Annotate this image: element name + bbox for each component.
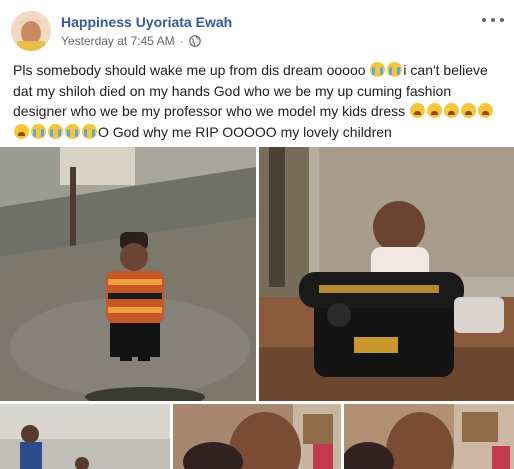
author-name[interactable]: Happiness Uyoriata Ewah <box>61 14 232 30</box>
crying-emoji-icon <box>31 123 46 139</box>
crying-emoji-icon <box>65 123 80 139</box>
more-options-icon[interactable] <box>482 12 504 28</box>
post-meta: Yesterday at 7:45 AM · <box>61 34 201 48</box>
crying-emoji-icon <box>370 62 386 77</box>
post-text-segment-3: O God why me RIP OOOOO my lovely childre… <box>98 123 392 140</box>
post-photo-4[interactable] <box>173 404 341 469</box>
crying-emoji-icon <box>387 62 403 77</box>
post-header: Happiness Uyoriata Ewah Yesterday at 7:4… <box>0 0 514 58</box>
crying-emoji-icon <box>82 123 97 139</box>
post-photo-1[interactable] <box>0 147 256 401</box>
meta-separator: · <box>179 34 184 48</box>
weary-emoji-icon <box>444 103 460 118</box>
weary-emoji-icon <box>461 103 477 118</box>
post-timestamp[interactable]: Yesterday at 7:45 AM <box>61 34 175 48</box>
crying-emoji-icon <box>48 123 63 139</box>
post-photo-3[interactable] <box>0 404 170 469</box>
post-photo-2[interactable] <box>259 147 514 401</box>
author-avatar[interactable] <box>11 11 51 51</box>
post-text-segment-1: Pls somebody should wake me up from dis … <box>13 62 370 78</box>
weary-emoji-icon <box>427 103 443 118</box>
post-photo-5[interactable] <box>344 404 514 469</box>
post-message: Pls somebody should wake me up from dis … <box>13 60 503 142</box>
globe-icon[interactable] <box>188 35 201 47</box>
weary-emoji-icon <box>478 103 494 118</box>
weary-emoji-icon <box>410 103 426 118</box>
weary-emoji-icon <box>14 123 29 139</box>
